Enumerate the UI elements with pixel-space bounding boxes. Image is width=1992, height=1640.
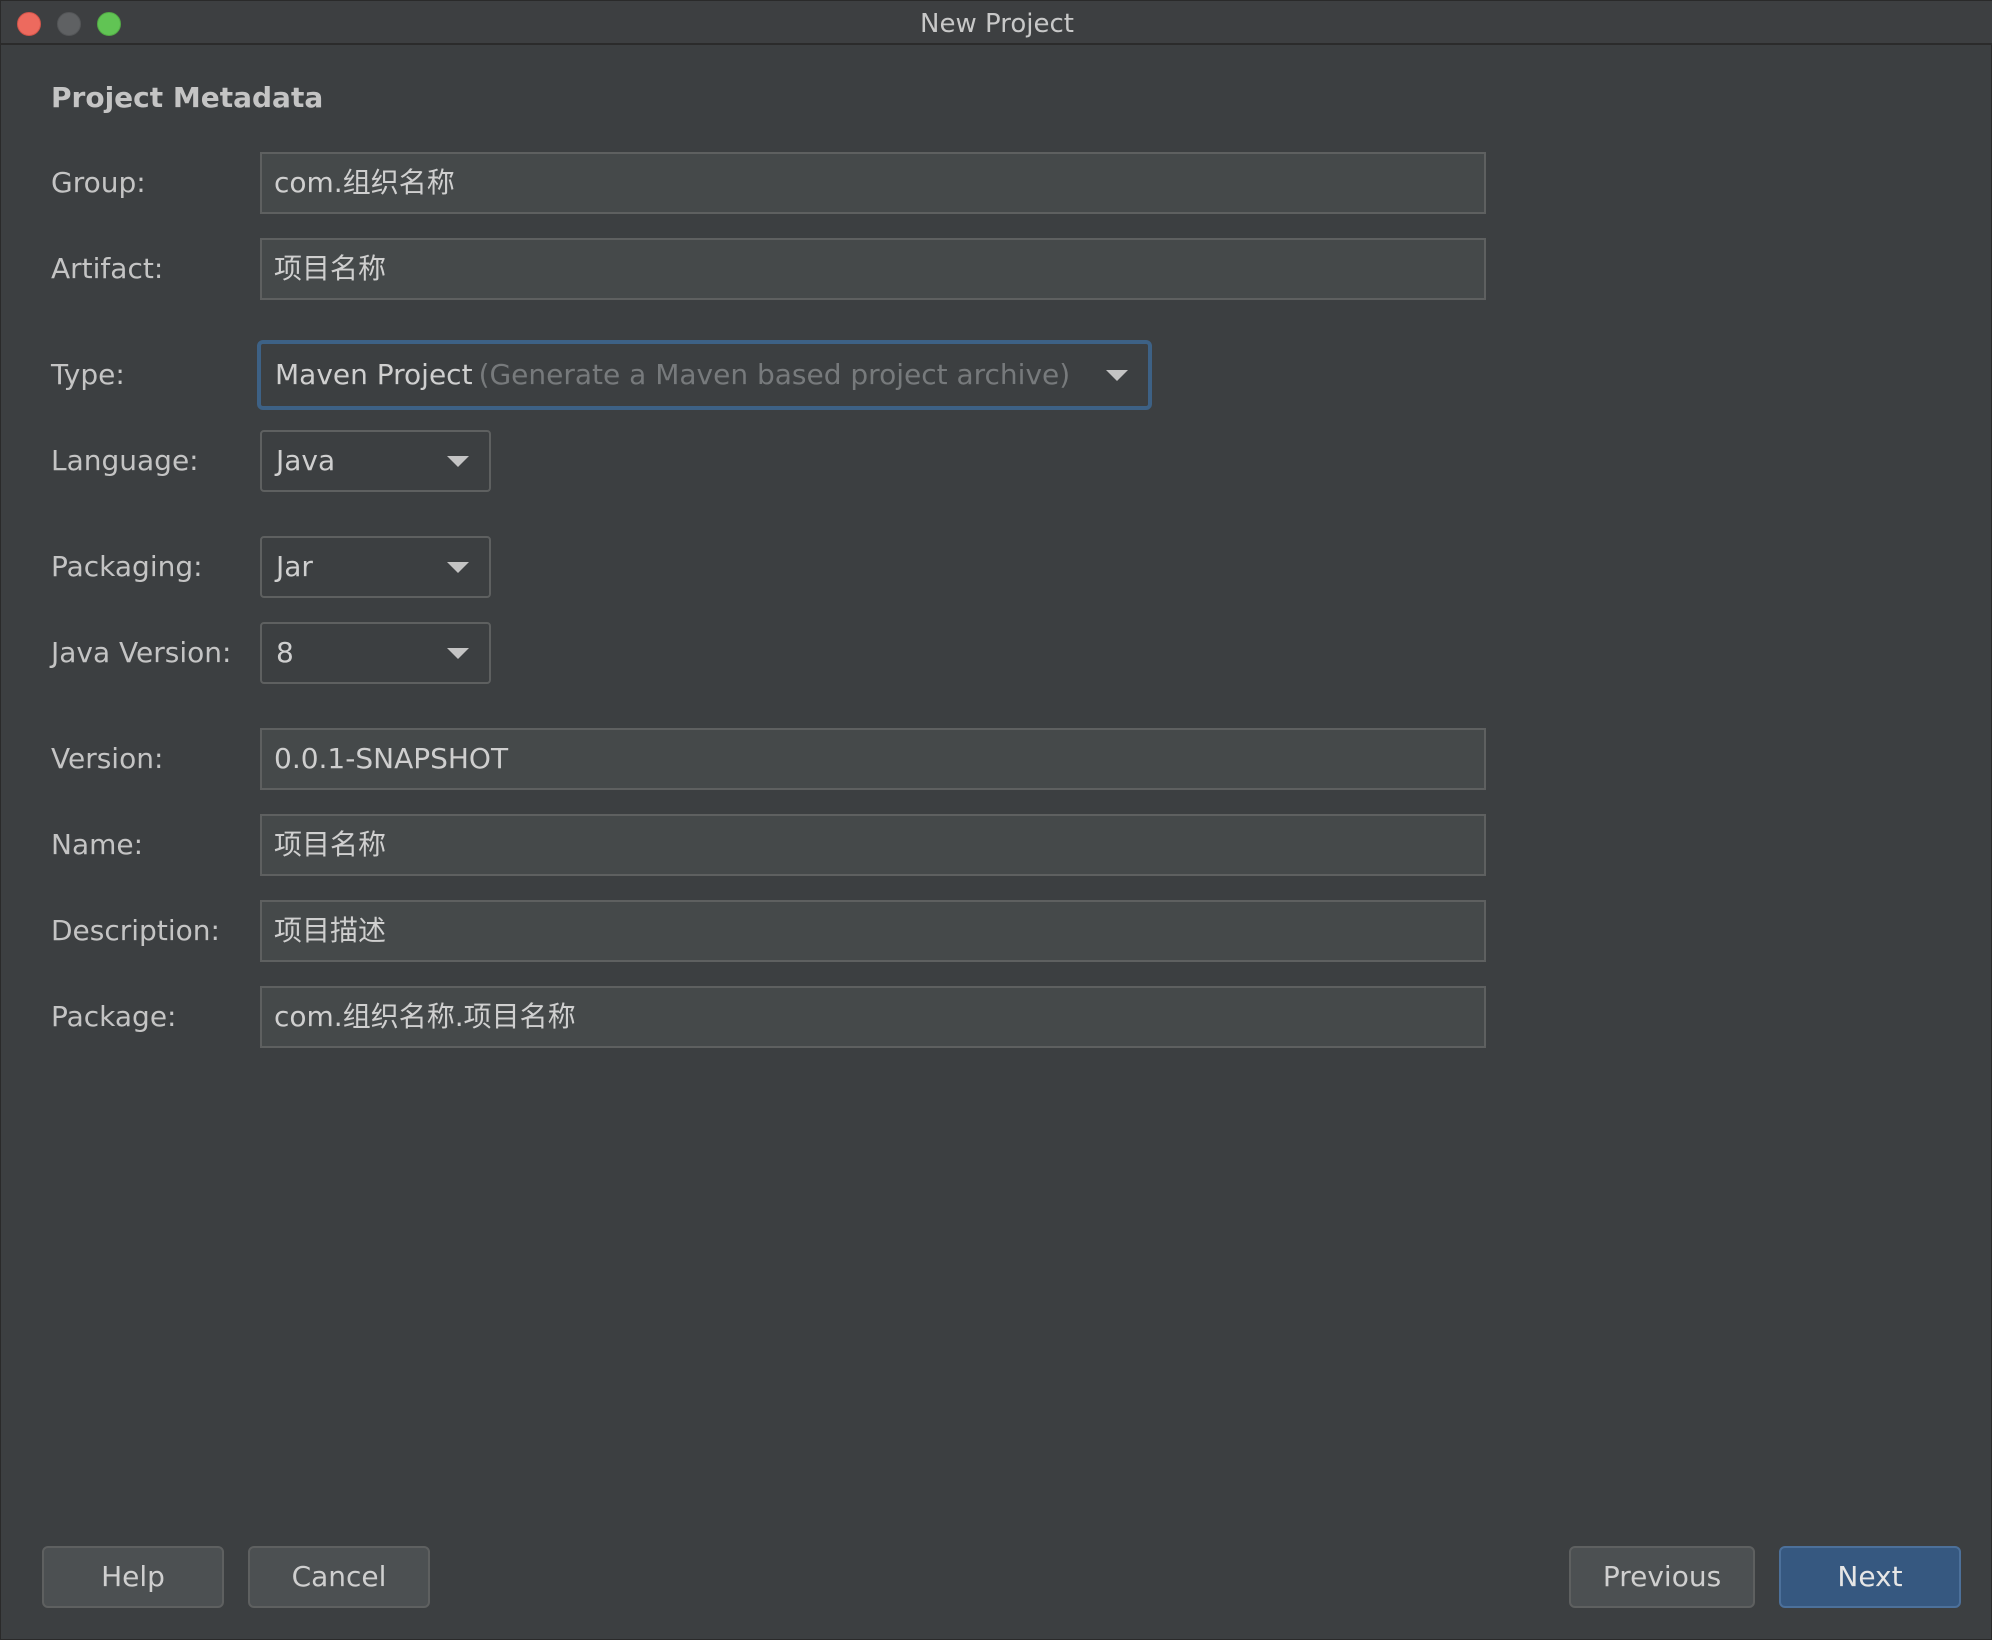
packaging-value: Jar	[276, 550, 313, 583]
type-hint: (Generate a Maven based project archive)	[478, 358, 1071, 391]
chevron-down-icon	[447, 648, 469, 659]
language-label: Language:	[51, 444, 199, 477]
artifact-label: Artifact:	[51, 252, 164, 285]
java-version-dropdown[interactable]: 8	[260, 622, 491, 684]
chevron-down-icon	[1106, 370, 1128, 381]
group-label: Group:	[51, 166, 146, 199]
type-dropdown[interactable]: Maven Project (Generate a Maven based pro…	[257, 340, 1152, 410]
cancel-button[interactable]: Cancel	[248, 1546, 430, 1608]
packaging-dropdown[interactable]: Jar	[260, 536, 491, 598]
description-input[interactable]: 项目描述	[260, 900, 1486, 962]
next-button[interactable]: Next	[1779, 1546, 1961, 1608]
package-label: Package:	[51, 1000, 177, 1033]
name-label: Name:	[51, 828, 144, 861]
language-dropdown[interactable]: Java	[260, 430, 491, 492]
package-input[interactable]: com.组织名称.项目名称	[260, 986, 1486, 1048]
type-value: Maven Project	[275, 358, 473, 391]
window-title: New Project	[920, 9, 1074, 39]
chevron-down-icon	[447, 456, 469, 467]
chevron-down-icon	[447, 562, 469, 573]
java-version-value: 8	[276, 636, 294, 669]
language-value: Java	[276, 444, 336, 477]
version-label: Version:	[51, 742, 164, 775]
type-label: Type:	[51, 358, 125, 391]
title-bar: New Project	[1, 1, 1992, 45]
name-input[interactable]: 项目名称	[260, 814, 1486, 876]
section-title: Project Metadata	[51, 81, 324, 114]
help-button[interactable]: Help	[42, 1546, 224, 1608]
new-project-dialog: New Project Project Metadata Group: com.…	[0, 0, 1992, 1640]
description-label: Description:	[51, 914, 220, 947]
version-input[interactable]: 0.0.1-SNAPSHOT	[260, 728, 1486, 790]
packaging-label: Packaging:	[51, 550, 203, 583]
artifact-input[interactable]: 项目名称	[260, 238, 1486, 300]
java-version-label: Java Version:	[51, 636, 232, 669]
group-input[interactable]: com.组织名称	[260, 152, 1486, 214]
previous-button[interactable]: Previous	[1569, 1546, 1755, 1608]
